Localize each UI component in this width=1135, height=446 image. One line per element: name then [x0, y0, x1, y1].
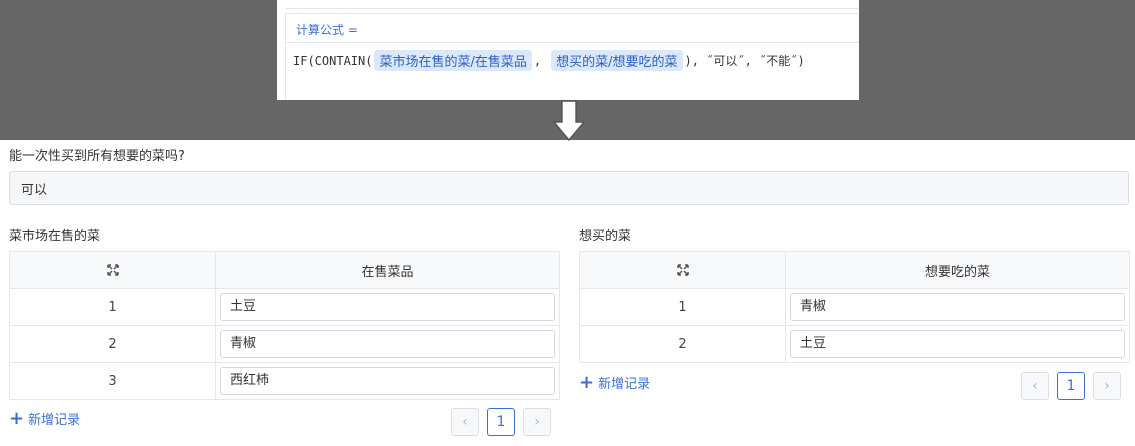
- page-number[interactable]: 1: [1057, 372, 1085, 400]
- formula-box: 计算公式 = IF(CONTAIN( 菜市场在售的菜/在售菜品 , 想买的菜/想…: [285, 13, 859, 100]
- expand-arrows-icon[interactable]: [106, 264, 119, 276]
- formula-separator: ,: [533, 53, 542, 68]
- chevron-right-icon[interactable]: ›: [523, 408, 551, 436]
- row-index: 3: [9, 362, 216, 400]
- column-header: 在售菜品: [215, 251, 560, 289]
- table-row: 2 青椒: [9, 325, 560, 363]
- column-header: 想要吃的菜: [785, 251, 1130, 289]
- table-row: 1 土豆: [9, 288, 560, 326]
- formula-label: 计算公式 =: [296, 23, 358, 37]
- chevron-left-icon[interactable]: ‹: [1021, 372, 1049, 400]
- formula-panel: 计算公式 = IF(CONTAIN( 菜市场在售的菜/在售菜品 , 想买的菜/想…: [277, 0, 859, 100]
- right-pagination: ‹ 1 ›: [1021, 372, 1121, 400]
- left-table: 在售菜品 1 土豆 2 青椒 3 西红柿: [9, 251, 560, 400]
- formula-field-chip-1[interactable]: 菜市场在售的菜/在售菜品: [374, 50, 532, 71]
- row-index: 1: [9, 288, 216, 326]
- formula-prefix: IF(CONTAIN(: [293, 53, 373, 68]
- formula-panel-top-divider: [285, 8, 859, 9]
- row-index: 1: [579, 288, 786, 326]
- cell-input[interactable]: 西红柿: [220, 367, 555, 395]
- formula-expression[interactable]: IF(CONTAIN( 菜市场在售的菜/在售菜品 , 想买的菜/想要吃的菜 ),…: [293, 50, 805, 71]
- right-table: 想要吃的菜 1 青椒 2 土豆: [579, 251, 1130, 363]
- formula-field-chip-2[interactable]: 想买的菜/想要吃的菜: [551, 50, 683, 71]
- left-table-title: 菜市场在售的菜: [9, 229, 101, 244]
- add-record-label: 新增记录: [598, 377, 651, 392]
- cell-input[interactable]: 青椒: [220, 330, 555, 358]
- expand-arrows-icon[interactable]: [676, 264, 689, 276]
- cell-input[interactable]: 土豆: [790, 330, 1125, 358]
- expand-header-cell[interactable]: [579, 251, 786, 289]
- table-header-row: 在售菜品: [9, 251, 560, 289]
- cell-input[interactable]: 土豆: [220, 293, 555, 321]
- question-label: 能一次性买到所有想要的菜吗?: [9, 149, 185, 164]
- table-header-row: 想要吃的菜: [579, 251, 1130, 289]
- cell-input[interactable]: 青椒: [790, 293, 1125, 321]
- row-index: 2: [9, 325, 216, 363]
- plus-icon: +: [9, 407, 25, 429]
- page-number[interactable]: 1: [487, 408, 515, 436]
- left-add-record-button[interactable]: + 新增记录: [9, 409, 80, 428]
- formula-suffix: ), ˝可以˝, ˝不能˝): [684, 54, 805, 68]
- right-table-title: 想买的菜: [579, 229, 632, 244]
- table-row: 3 西红柿: [9, 362, 560, 400]
- right-add-record-button[interactable]: + 新增记录: [579, 373, 650, 392]
- add-record-label: 新增记录: [28, 413, 81, 428]
- down-arrow-icon: [552, 100, 586, 142]
- table-row: 1 青椒: [579, 288, 1130, 326]
- left-pagination: ‹ 1 ›: [451, 408, 551, 436]
- expand-header-cell[interactable]: [9, 251, 216, 289]
- answer-field: 可以: [9, 171, 1129, 205]
- plus-icon: +: [579, 371, 595, 393]
- formula-divider: [286, 42, 859, 43]
- chevron-left-icon[interactable]: ‹: [451, 408, 479, 436]
- row-index: 2: [579, 325, 786, 363]
- chevron-right-icon[interactable]: ›: [1093, 372, 1121, 400]
- table-row: 2 土豆: [579, 325, 1130, 363]
